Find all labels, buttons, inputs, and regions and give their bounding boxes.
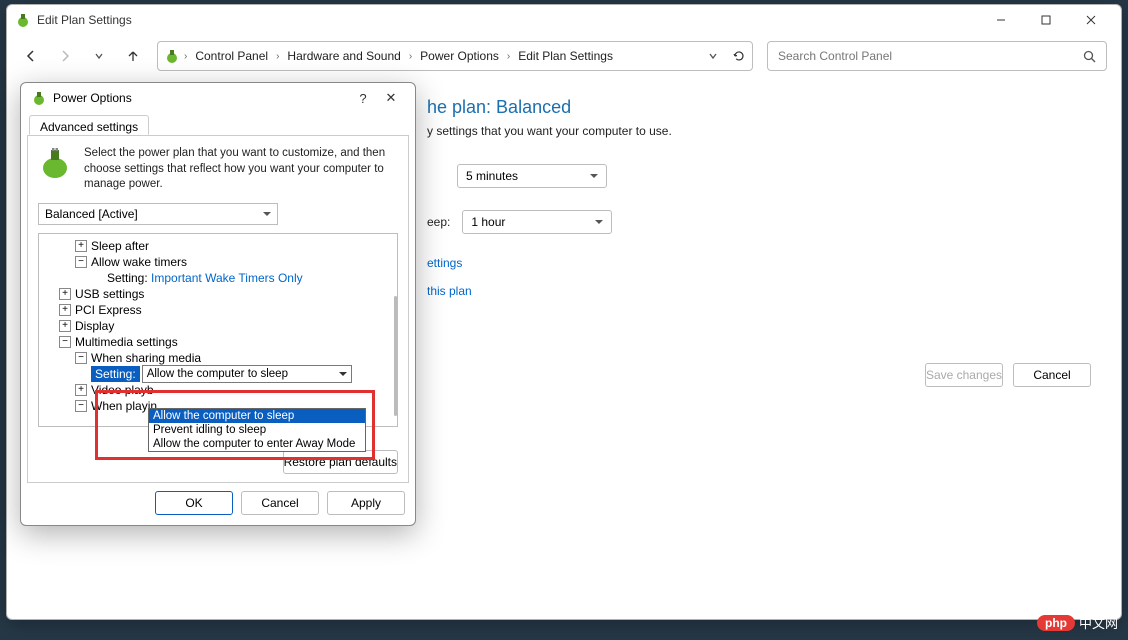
tab-header: Advanced settings — [21, 113, 415, 136]
toolbar: › Control Panel › Hardware and Sound › P… — [7, 35, 1121, 77]
sleep-label: eep: — [427, 215, 450, 229]
window-controls — [978, 6, 1113, 34]
dropdown-option[interactable]: Allow the computer to enter Away Mode — [149, 437, 365, 451]
display-off-select[interactable]: 5 minutes — [457, 164, 607, 188]
crumb-hardware[interactable]: Hardware and Sound — [283, 47, 404, 65]
main-action-row: Save changes Cancel — [925, 363, 1091, 387]
chevron-right-icon: › — [409, 51, 412, 62]
dropdown-option[interactable]: Prevent idling to sleep — [149, 423, 365, 437]
search-icon — [1083, 50, 1096, 63]
dialog-close-button[interactable]: ✕ — [377, 90, 405, 106]
collapse-icon[interactable]: − — [75, 400, 87, 412]
chevron-right-icon: › — [507, 51, 510, 62]
dialog-title: Power Options — [53, 91, 349, 105]
collapse-icon[interactable]: − — [75, 352, 87, 364]
plan-select[interactable]: Balanced [Active] — [38, 203, 278, 225]
tree-allow-wake[interactable]: −Allow wake timers — [41, 254, 395, 270]
dropdown-option[interactable]: Allow the computer to sleep — [149, 409, 365, 423]
display-off-row: 5 minutes — [427, 164, 1121, 188]
tree-usb[interactable]: +USB settings — [41, 286, 395, 302]
power-options-dialog: Power Options ? ✕ Advanced settings Sele… — [20, 82, 416, 526]
ok-button[interactable]: OK — [155, 491, 233, 515]
battery-icon — [38, 146, 72, 180]
tree-sharing-media[interactable]: −When sharing media — [41, 350, 395, 366]
power-options-icon — [164, 48, 180, 64]
expand-icon[interactable]: + — [75, 240, 87, 252]
save-changes-button[interactable]: Save changes — [925, 363, 1003, 387]
watermark-php: php — [1037, 615, 1075, 631]
watermark: php 中文网 — [1037, 613, 1118, 632]
crumb-edit-plan[interactable]: Edit Plan Settings — [514, 47, 617, 65]
intro-text: Select the power plan that you want to c… — [84, 146, 398, 193]
link-advanced[interactable]: ettings — [427, 256, 1121, 270]
sleep-row: eep: 1 hour — [427, 210, 1121, 234]
up-button[interactable] — [123, 46, 143, 66]
setting-dropdown-list[interactable]: Allow the computer to sleep Prevent idli… — [148, 408, 366, 452]
tree-pci[interactable]: +PCI Express — [41, 302, 395, 318]
chevron-down-icon[interactable] — [708, 51, 718, 61]
expand-icon[interactable]: + — [59, 288, 71, 300]
back-button[interactable] — [21, 46, 41, 66]
tab-advanced[interactable]: Advanced settings — [29, 115, 149, 135]
dialog-button-row: OK Cancel Apply — [155, 491, 405, 515]
cancel-button[interactable]: Cancel — [1013, 363, 1091, 387]
page-title: he plan: Balanced — [427, 97, 1121, 118]
tree-wake-setting[interactable]: Setting: Important Wake Timers Only — [41, 270, 395, 286]
apply-button[interactable]: Apply — [327, 491, 405, 515]
expand-icon[interactable]: + — [59, 320, 71, 332]
watermark-cn: 中文网 — [1079, 613, 1118, 632]
settings-tree[interactable]: +Sleep after −Allow wake timers Setting:… — [38, 233, 398, 427]
tree-multimedia[interactable]: −Multimedia settings — [41, 334, 395, 350]
expand-icon[interactable]: + — [75, 384, 87, 396]
power-options-icon — [15, 12, 31, 28]
sleep-select[interactable]: 1 hour — [462, 210, 612, 234]
help-button[interactable]: ? — [349, 91, 377, 106]
restore-defaults-button[interactable]: Restore plan defaults — [283, 450, 398, 474]
chevron-right-icon: › — [184, 51, 187, 62]
recent-dropdown[interactable] — [89, 46, 109, 66]
close-button[interactable] — [1068, 6, 1113, 34]
dialog-intro: Select the power plan that you want to c… — [38, 146, 398, 193]
link-restore[interactable]: this plan — [427, 284, 1121, 298]
collapse-icon[interactable]: − — [59, 336, 71, 348]
tree-sharing-setting: Setting: Allow the computer to sleep — [41, 366, 395, 382]
collapse-icon[interactable]: − — [75, 256, 87, 268]
minimize-button[interactable] — [978, 6, 1023, 34]
expand-icon[interactable]: + — [59, 304, 71, 316]
dialog-titlebar: Power Options ? ✕ — [21, 83, 415, 113]
setting-combobox[interactable]: Allow the computer to sleep — [142, 365, 352, 383]
window-title: Edit Plan Settings — [37, 13, 978, 27]
breadcrumb[interactable]: › Control Panel › Hardware and Sound › P… — [157, 41, 753, 71]
tree-display[interactable]: +Display — [41, 318, 395, 334]
maximize-button[interactable] — [1023, 6, 1068, 34]
refresh-icon[interactable] — [732, 49, 746, 63]
search-placeholder: Search Control Panel — [778, 49, 892, 63]
tree-sleep-after[interactable]: +Sleep after — [41, 238, 395, 254]
tree-video-playback[interactable]: +Video playb — [41, 382, 395, 398]
chevron-right-icon: › — [276, 51, 279, 62]
power-options-icon — [31, 90, 47, 106]
forward-button[interactable] — [55, 46, 75, 66]
dialog-cancel-button[interactable]: Cancel — [241, 491, 319, 515]
setting-label: Setting: — [91, 366, 140, 382]
titlebar: Edit Plan Settings — [7, 5, 1121, 35]
page-desc: y settings that you want your computer t… — [427, 124, 1121, 138]
scrollbar-thumb[interactable] — [394, 296, 397, 416]
search-input[interactable]: Search Control Panel — [767, 41, 1107, 71]
crumb-power-options[interactable]: Power Options — [416, 47, 503, 65]
crumb-control-panel[interactable]: Control Panel — [191, 47, 272, 65]
